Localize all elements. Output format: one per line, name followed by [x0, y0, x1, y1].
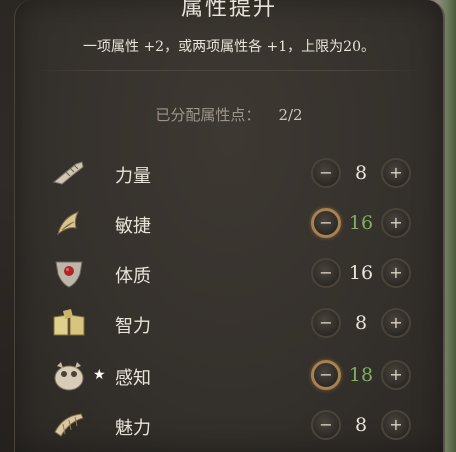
- panel-title: 属性提升: [180, 0, 277, 21]
- decrease-button[interactable]: −: [311, 208, 341, 238]
- increase-button[interactable]: +: [381, 158, 411, 188]
- decrease-button[interactable]: −: [311, 410, 341, 440]
- ability-value: 8: [354, 162, 368, 184]
- ability-row-strength: 力量 − 8 +: [15, 152, 443, 196]
- ability-row-constitution: 体质 − 16 +: [15, 252, 443, 296]
- ability-value: 16: [348, 262, 374, 284]
- allocated-points-value: 2/2: [278, 106, 303, 124]
- ability-row-dexterity: 敏捷 − 16 +: [15, 202, 443, 246]
- decrease-button[interactable]: −: [311, 158, 341, 188]
- decrease-button[interactable]: −: [311, 308, 341, 338]
- horn-icon: [51, 205, 87, 241]
- gauntlet-icon: [51, 155, 87, 191]
- ability-row-wisdom: ★ 感知 − 18 +: [15, 354, 443, 398]
- ability-name: 力量: [115, 166, 151, 187]
- owlbear-icon: [51, 357, 87, 393]
- divider: [37, 70, 421, 71]
- increase-button[interactable]: +: [381, 258, 411, 288]
- ability-row-charisma: 魅力 − 8 +: [15, 404, 443, 448]
- ability-improvement-panel: 属性提升 一项属性 +2，或两项属性各 +1，上限为20。 已分配属性点： 2/2…: [14, 0, 445, 452]
- ability-name: 体质: [115, 266, 151, 287]
- increase-button[interactable]: +: [381, 410, 411, 440]
- allocated-points: 已分配属性点： 2/2: [15, 104, 443, 125]
- ability-value: 18: [348, 364, 374, 386]
- ability-value: 8: [354, 414, 368, 436]
- ability-name: 智力: [115, 316, 151, 337]
- ability-name: 敏捷: [115, 216, 151, 237]
- ability-value: 16: [348, 212, 374, 234]
- harp-icon: [51, 407, 87, 443]
- ability-row-intelligence: 智力 − 8 +: [15, 302, 443, 346]
- ability-value: 8: [354, 312, 368, 334]
- increase-button[interactable]: +: [381, 308, 411, 338]
- proficiency-star-icon: ★: [93, 367, 106, 383]
- increase-button[interactable]: +: [381, 360, 411, 390]
- increase-button[interactable]: +: [381, 208, 411, 238]
- decrease-button[interactable]: −: [311, 258, 341, 288]
- ability-name: 魅力: [115, 418, 151, 439]
- decrease-button[interactable]: −: [311, 360, 341, 390]
- allocated-points-label: 已分配属性点：: [155, 106, 261, 124]
- heart-shield-icon: [51, 255, 87, 291]
- open-book-icon: [51, 305, 87, 341]
- ability-name: 感知: [115, 368, 151, 389]
- panel-description: 一项属性 +2，或两项属性各 +1，上限为20。: [83, 39, 375, 55]
